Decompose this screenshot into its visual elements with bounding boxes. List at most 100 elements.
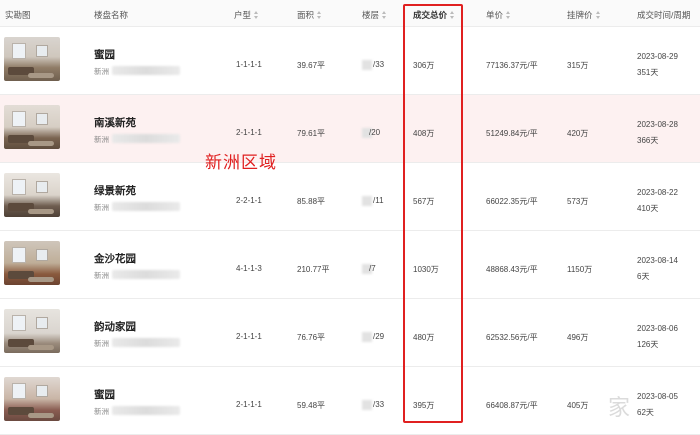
floor-value: /7 (369, 264, 376, 273)
redacted-address (112, 202, 180, 211)
list-price: 420万 (567, 129, 589, 138)
redacted-address (112, 134, 180, 143)
region-annotation: 新洲区域 (205, 153, 277, 172)
sort-icon[interactable] (254, 11, 259, 20)
header-list-label: 挂牌价 (567, 10, 593, 20)
redacted-floor (362, 332, 372, 342)
community-name[interactable]: 韵动家园 (94, 319, 136, 334)
unit-price: 77136.37元/平 (486, 61, 538, 70)
unit-price: 66022.35元/平 (486, 197, 538, 206)
deal-date: 2023-08-22 (637, 188, 678, 197)
list-price: 1150万 (567, 265, 593, 274)
area-value: 210.77平 (297, 265, 330, 274)
deal-cycle: 62天 (637, 408, 654, 417)
header-total[interactable]: 成交总价 (413, 9, 455, 21)
floor-value: /11 (373, 196, 384, 205)
redacted-floor (362, 60, 372, 70)
layout-value: 2-1-1-1 (236, 332, 262, 341)
deal-date: 2023-08-29 (637, 52, 678, 61)
deal-date: 2023-08-14 (637, 256, 678, 265)
floor-value: /33 (373, 60, 385, 69)
table-row[interactable]: 南溪新苑 新洲 2-1-1-1 79.61平 /20 408万 51249.84… (0, 95, 700, 163)
header-floor-label: 楼层 (362, 10, 380, 20)
header-area-label: 面积 (297, 10, 315, 20)
header-unit[interactable]: 单价 (486, 9, 511, 21)
total-price: 408万 (413, 129, 435, 138)
header-layout-label: 户型 (234, 10, 252, 20)
sort-icon[interactable] (506, 11, 511, 20)
list-price: 496万 (567, 333, 589, 342)
header-photo: 实勘图 (5, 10, 31, 20)
table-row[interactable]: 韵动家园 新洲 2-1-1-1 76.76平 /29 480万 62532.56… (0, 299, 700, 367)
district-label: 新洲 (94, 203, 109, 212)
unit-price: 48868.43元/平 (486, 265, 538, 274)
layout-value: 1-1-1-1 (236, 60, 262, 69)
header-total-label: 成交总价 (413, 10, 448, 20)
header-area[interactable]: 面积 (297, 9, 322, 21)
list-price: 405万 (567, 401, 589, 410)
sort-icon[interactable] (317, 11, 322, 20)
deal-date: 2023-08-06 (637, 324, 678, 333)
listing-photo[interactable] (4, 309, 60, 353)
header-time: 成交时间/周期 (637, 10, 691, 20)
total-price: 395万 (413, 401, 435, 410)
floor-value: /29 (373, 332, 385, 341)
community-name[interactable]: 金沙花园 (94, 251, 136, 266)
header-floor[interactable]: 楼层 (362, 9, 387, 21)
deal-date: 2023-08-28 (637, 120, 678, 129)
deal-cycle: 410天 (637, 204, 659, 213)
redacted-address (112, 270, 180, 279)
redacted-address (112, 406, 180, 415)
district-label: 新洲 (94, 67, 109, 76)
listing-photo[interactable] (4, 173, 60, 217)
deal-cycle: 351天 (637, 68, 659, 77)
layout-value: 2-1-1-1 (236, 128, 262, 137)
unit-price: 51249.84元/平 (486, 129, 538, 138)
layout-value: 4-1-1-3 (236, 264, 262, 273)
district-label: 新洲 (94, 339, 109, 348)
area-value: 85.88平 (297, 197, 326, 206)
district-label: 新洲 (94, 135, 109, 144)
list-price: 573万 (567, 197, 589, 206)
total-price: 567万 (413, 197, 435, 206)
community-name[interactable]: 蜜园 (94, 387, 115, 402)
header-layout[interactable]: 户型 (234, 9, 259, 21)
floor-value: /20 (369, 128, 381, 137)
redacted-floor (362, 196, 372, 206)
header-list[interactable]: 挂牌价 (567, 9, 601, 21)
table-row[interactable]: 蜜园 新洲 1-1-1-1 39.67平 /33 306万 77136.37元/… (0, 27, 700, 95)
listing-photo[interactable] (4, 377, 60, 421)
watermark: 家 (608, 396, 631, 421)
table-row[interactable]: 金沙花园 新洲 4-1-1-3 210.77平 /7 1030万 48868.4… (0, 231, 700, 299)
community-name[interactable]: 蜜园 (94, 47, 115, 62)
layout-value: 2-1-1-1 (236, 400, 262, 409)
deal-cycle: 6天 (637, 272, 650, 281)
area-value: 79.61平 (297, 129, 326, 138)
deal-cycle: 126天 (637, 340, 659, 349)
header-unit-label: 单价 (486, 10, 504, 20)
community-name[interactable]: 绿景新苑 (94, 183, 136, 198)
area-value: 39.67平 (297, 61, 326, 70)
sort-icon[interactable] (382, 11, 387, 20)
layout-value: 2-2-1-1 (236, 196, 262, 205)
list-price: 315万 (567, 61, 589, 70)
unit-price: 66408.87元/平 (486, 401, 538, 410)
listing-photo[interactable] (4, 37, 60, 81)
table-row[interactable]: 蜜园 新洲 2-1-1-1 59.48平 /33 395万 66408.87元/… (0, 367, 700, 435)
listing-photo[interactable] (4, 105, 60, 149)
redacted-floor (362, 400, 372, 410)
listing-photo[interactable] (4, 241, 60, 285)
header-name: 楼盘名称 (94, 10, 129, 20)
sort-icon[interactable] (595, 11, 601, 20)
unit-price: 62532.56元/平 (486, 333, 538, 342)
table-row[interactable]: 绿景新苑 新洲 2-2-1-1 85.88平 /11 567万 66022.35… (0, 163, 700, 231)
community-name[interactable]: 南溪新苑 (94, 115, 136, 130)
deal-date: 2023-08-05 (637, 392, 678, 401)
total-price: 480万 (413, 333, 435, 342)
area-value: 59.48平 (297, 401, 326, 410)
district-label: 新洲 (94, 407, 109, 416)
deal-cycle: 366天 (637, 136, 659, 145)
area-value: 76.76平 (297, 333, 326, 342)
total-price: 1030万 (413, 265, 439, 274)
sort-icon[interactable] (450, 11, 455, 20)
